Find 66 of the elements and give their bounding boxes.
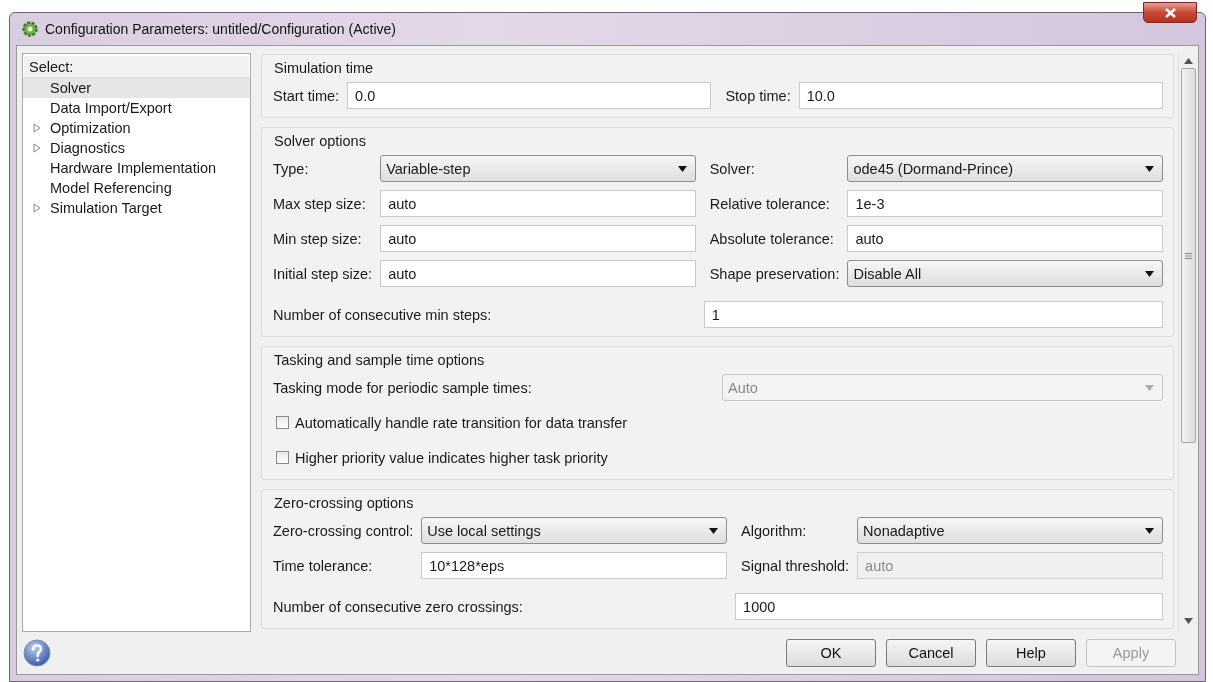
window-title: Configuration Parameters: untitled/Configuration (Active)	[45, 21, 396, 37]
field-label: Time tolerance:	[273, 557, 374, 574]
field-label: Type:	[273, 160, 310, 177]
tree-header: Select:	[24, 56, 249, 78]
caret-icon	[677, 165, 687, 172]
text-field[interactable]: 1	[703, 301, 1163, 328]
text-field[interactable]: auto	[847, 225, 1163, 252]
text-field[interactable]: auto	[380, 260, 696, 287]
dialog-button[interactable]: Cancel	[886, 639, 976, 667]
grip-icon	[1185, 252, 1192, 259]
section-title: Zero-crossing options	[274, 495, 414, 511]
help-icon[interactable]	[23, 639, 51, 667]
caret-icon	[1145, 270, 1154, 277]
dropdown[interactable]: Disable All	[847, 260, 1163, 287]
tree-item[interactable]: Hardware Implementation	[23, 158, 250, 178]
close-icon	[1164, 7, 1176, 18]
field-label: Algorithm:	[740, 522, 808, 539]
dropdown[interactable]: Use local settings	[421, 517, 728, 544]
text-field[interactable]: 1e-3	[847, 190, 1163, 217]
tree-item[interactable]: Simulation Target	[23, 198, 250, 218]
tree-item[interactable]: Data Import/Export	[23, 98, 250, 118]
field-label: Solver:	[708, 160, 756, 177]
dropdown[interactable]: Nonadaptive	[857, 517, 1163, 544]
dialog-button[interactable]: Help	[986, 639, 1076, 667]
section-title: Solver options	[274, 133, 366, 149]
caret-icon	[1145, 527, 1154, 534]
text-field[interactable]: 10.0	[798, 82, 1163, 109]
scroll-up-icon[interactable]	[1184, 58, 1193, 64]
field-label: Zero-crossing control:	[273, 522, 414, 539]
text-field[interactable]: auto	[380, 190, 696, 217]
text-field[interactable]: 0.0	[347, 82, 712, 109]
checkbox[interactable]	[276, 451, 289, 464]
dropdown[interactable]: ode45 (Dormand-Prince)	[847, 155, 1163, 182]
tree-item[interactable]: Optimization	[23, 118, 250, 138]
tree-item[interactable]: Diagnostics	[23, 138, 250, 158]
checkbox-label: Automatically handle rate transition for data transfer	[295, 414, 628, 431]
field-label: Start time:	[273, 87, 340, 104]
tree-item[interactable]: Solver	[23, 78, 250, 98]
checkbox-label: Higher priority value indicates higher task priority	[295, 449, 608, 466]
gear-icon	[22, 21, 38, 37]
caret-icon	[709, 527, 719, 534]
close-button[interactable]	[1143, 2, 1197, 23]
field-label: Number of consecutive min steps:	[273, 306, 493, 323]
tree-item[interactable]: Model Referencing	[23, 178, 250, 198]
checkbox[interactable]	[276, 416, 289, 429]
section-title: Tasking and sample time options	[274, 352, 485, 368]
text-field[interactable]: 10*128*eps	[421, 552, 728, 579]
expand-triangle-icon[interactable]	[33, 203, 41, 213]
field-label: Initial step size:	[273, 265, 373, 282]
field-label: Min step size:	[273, 230, 363, 247]
field-label: Absolute tolerance:	[708, 230, 835, 247]
scroll-down-icon[interactable]	[1184, 618, 1193, 624]
field-label: Stop time:	[724, 87, 791, 104]
caret-icon	[1145, 384, 1154, 391]
section-title: Simulation time	[274, 60, 374, 76]
text-field[interactable]: 1000	[735, 593, 1163, 620]
text-field[interactable]: auto	[380, 225, 696, 252]
field-label: Relative tolerance:	[708, 195, 831, 212]
field-label: Number of consecutive zero crossings:	[273, 598, 524, 615]
caret-icon	[1145, 165, 1154, 172]
dialog-button[interactable]: OK	[786, 639, 876, 667]
dropdown[interactable]: Variable-step	[380, 155, 696, 182]
field-label: Signal threshold:	[740, 557, 850, 574]
field-label: Tasking mode for periodic sample times:	[273, 379, 533, 396]
field-label: Max step size:	[273, 195, 367, 212]
field-label: Shape preservation:	[708, 265, 840, 282]
